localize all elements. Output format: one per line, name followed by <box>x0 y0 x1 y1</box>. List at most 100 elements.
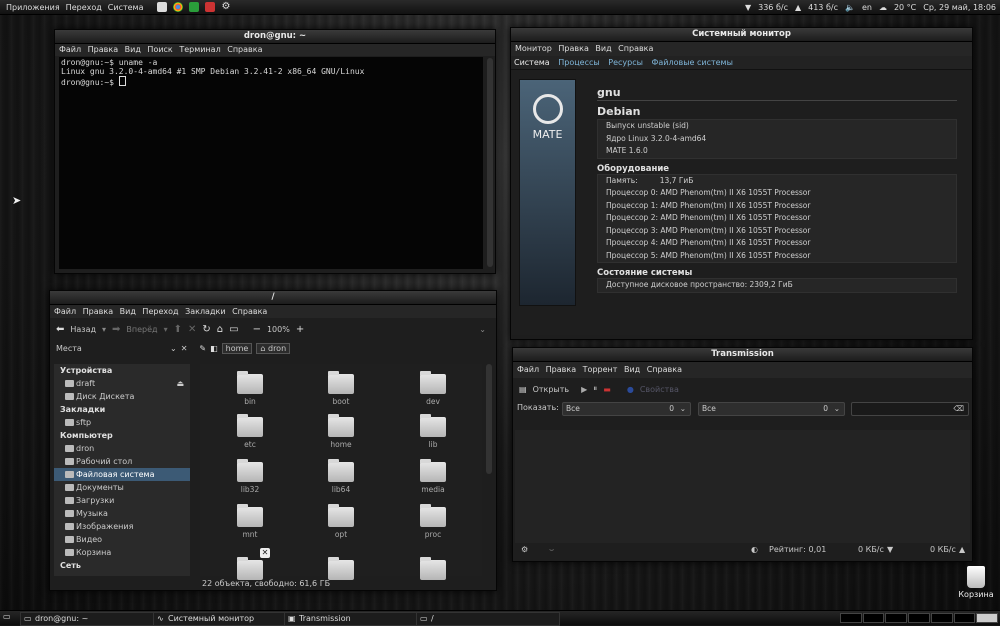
crumb-home[interactable]: home <box>221 342 253 354</box>
gear-icon[interactable]: ⚙ <box>521 545 528 554</box>
folder-item[interactable]: dev <box>403 371 463 406</box>
computer-icon[interactable]: ▭ <box>229 324 238 335</box>
sidebar-item-floppy[interactable]: Диск Дискета <box>54 390 190 403</box>
task-terminal[interactable]: ▭ dron@gnu: ~ <box>20 612 164 626</box>
sidebar-item-videos[interactable]: Видео <box>54 533 190 546</box>
folder-item[interactable]: lib64 <box>311 459 371 494</box>
volume-icon[interactable]: 🔈 <box>845 3 855 12</box>
temperature[interactable]: 20 °C <box>894 3 916 12</box>
tab-resources[interactable]: Ресурсы <box>608 58 643 67</box>
menu-file[interactable]: Файл <box>517 365 539 374</box>
home-icon[interactable]: ⌂ <box>217 324 223 335</box>
window-title[interactable]: Системный монитор <box>511 28 972 42</box>
scrollbar[interactable] <box>487 58 493 267</box>
chevron-down-icon[interactable]: ▾ <box>102 325 106 334</box>
folder-item[interactable]: proc <box>403 504 463 539</box>
folder-item[interactable]: opt <box>311 504 371 539</box>
menu-edit[interactable]: Правка <box>83 307 113 316</box>
folder-item[interactable]: lib <box>403 414 463 449</box>
pause-icon[interactable]: ⏸ <box>593 384 597 394</box>
menu-monitor[interactable]: Монитор <box>515 44 552 53</box>
terminal-launcher-icon[interactable] <box>157 2 168 12</box>
menu-view[interactable]: Вид <box>595 44 611 53</box>
folder-item[interactable]: mnt <box>220 504 280 539</box>
sidebar-item-downloads[interactable]: Загрузки <box>54 494 190 507</box>
menu-search[interactable]: Поиск <box>147 45 172 54</box>
forward-button[interactable]: Вперёд <box>126 325 157 334</box>
folder-item[interactable]: media <box>403 459 463 494</box>
reload-icon[interactable]: ↻ <box>202 324 210 335</box>
sidebar-item-documents[interactable]: Документы <box>54 481 190 494</box>
clear-icon[interactable]: ⌫ <box>953 403 964 415</box>
menu-edit[interactable]: Правка <box>88 45 118 54</box>
chevron-down-icon[interactable]: ⌄ <box>479 325 486 334</box>
sidebar-item-draft[interactable]: draft ⏏ <box>54 377 190 390</box>
chevron-down-icon[interactable]: ▾ <box>164 325 168 334</box>
task-sysmon[interactable]: ∿ Системный монитор <box>153 612 297 626</box>
folder-item[interactable]: etc <box>220 414 280 449</box>
sidebar-item-filesystem[interactable]: Файловая система <box>54 468 190 481</box>
close-icon[interactable]: ✕ <box>181 344 188 353</box>
clock[interactable]: Ср, 29 май, 18:06 <box>923 3 996 12</box>
ratio-icon[interactable]: ◐ <box>751 545 758 554</box>
workspace-3[interactable] <box>885 613 908 623</box>
properties-button[interactable]: Свойства <box>640 385 679 394</box>
zoom-out-icon[interactable]: − <box>253 324 261 335</box>
stop-icon[interactable]: ✕ <box>188 324 196 335</box>
properties-icon[interactable]: ● <box>627 385 634 394</box>
workspace-4[interactable] <box>908 613 930 623</box>
window-title[interactable]: / <box>50 291 496 305</box>
workspace-7[interactable] <box>976 613 999 623</box>
tab-filesystems[interactable]: Файловые системы <box>651 58 732 67</box>
crumb-dron[interactable]: ⌂ dron <box>256 342 291 354</box>
open-button[interactable]: Открыть <box>533 385 570 394</box>
menu-go[interactable]: Переход <box>142 307 178 316</box>
close-icon[interactable]: ✕ <box>260 548 270 558</box>
zoom-in-icon[interactable]: + <box>296 324 304 335</box>
menu-applications[interactable]: Приложения <box>6 3 60 12</box>
back-arrow-icon[interactable]: ⬅ <box>56 324 64 335</box>
sidebar-item-home[interactable]: dron <box>54 442 190 455</box>
sidebar-item-desktop[interactable]: Рабочий стол <box>54 455 190 468</box>
menu-file[interactable]: Файл <box>54 307 76 316</box>
menu-help[interactable]: Справка <box>618 44 653 53</box>
sidebar-item-trash[interactable]: Корзина <box>54 546 190 559</box>
menu-view[interactable]: Вид <box>624 365 640 374</box>
back-button[interactable]: Назад <box>70 325 96 334</box>
scrollbar[interactable] <box>486 364 492 474</box>
menu-places[interactable]: Переход <box>66 3 102 12</box>
search-input[interactable]: ⌫ <box>851 402 969 416</box>
menu-view[interactable]: Вид <box>125 45 141 54</box>
monitor-launcher-icon[interactable] <box>189 2 200 12</box>
menu-view[interactable]: Вид <box>120 307 136 316</box>
forward-arrow-icon[interactable]: ➡ <box>112 324 120 335</box>
sidebar-item-sftp[interactable]: sftp <box>54 416 190 429</box>
sidebar-item-music[interactable]: Музыка <box>54 507 190 520</box>
task-filemanager[interactable]: ▭ / <box>416 612 560 626</box>
menu-edit[interactable]: Правка <box>558 44 588 53</box>
lang-indicator[interactable]: en <box>862 3 872 12</box>
app-launcher-icon[interactable] <box>205 2 216 12</box>
menu-edit[interactable]: Правка <box>546 365 576 374</box>
edit-location-icon[interactable]: ✎ <box>199 344 206 353</box>
desktop-trash[interactable]: Корзина <box>956 566 996 599</box>
workspace-6[interactable] <box>953 613 976 623</box>
menu-bookmarks[interactable]: Закладки <box>185 307 225 316</box>
chevron-down-icon[interactable]: ⌄ <box>170 344 177 353</box>
folder-item[interactable]: bin <box>220 371 280 406</box>
terminal-output[interactable]: dron@gnu:~$ uname -a Linux gnu 3.2.0-4-a… <box>59 57 483 269</box>
tab-processes[interactable]: Процессы <box>558 58 599 67</box>
places-label[interactable]: Места <box>56 344 166 353</box>
workspace-switcher[interactable] <box>840 613 999 623</box>
turtle-icon[interactable]: ⌣ <box>549 545 554 555</box>
eject-icon[interactable]: ⏏ <box>176 377 184 390</box>
window-title[interactable]: Transmission <box>513 348 972 362</box>
workspace-5[interactable] <box>930 613 953 623</box>
menu-help[interactable]: Справка <box>227 45 262 54</box>
prev-crumb-icon[interactable]: ◧ <box>210 344 218 353</box>
chrome-launcher-icon[interactable] <box>173 2 184 12</box>
remove-icon[interactable]: ▬ <box>603 385 611 394</box>
workspace-2[interactable] <box>862 613 885 623</box>
task-transmission[interactable]: ▣ Transmission <box>284 612 428 626</box>
show-desktop-icon[interactable]: ▭ <box>3 612 11 621</box>
